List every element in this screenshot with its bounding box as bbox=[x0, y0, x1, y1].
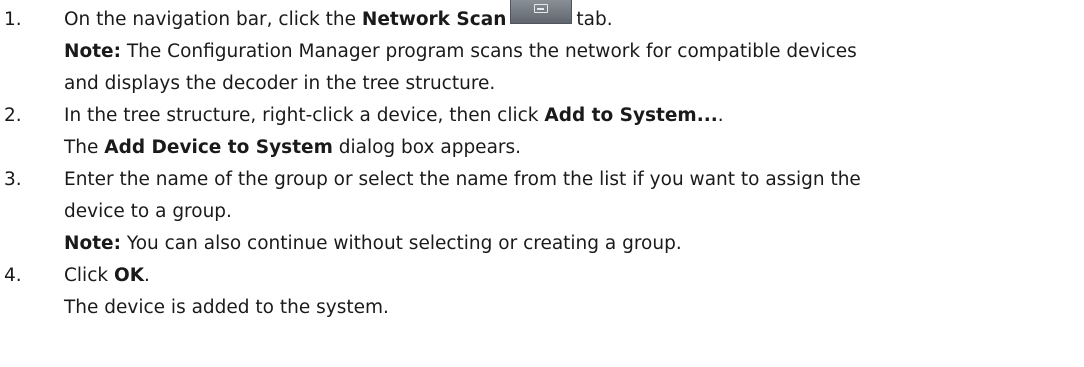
step-2-result: The Add Device to System dialog box appe… bbox=[64, 137, 522, 158]
step-number: 4. bbox=[4, 265, 22, 286]
step-2: 2. In the tree structure, right-click a … bbox=[0, 100, 1084, 164]
network-scan-label: Network Scan bbox=[361, 9, 507, 30]
step-4-instruction: Click OK. bbox=[64, 265, 150, 286]
step-3: 3. Enter the name of the group or select… bbox=[0, 164, 1084, 260]
step-3-note: Note: You can also continue without sele… bbox=[64, 233, 682, 254]
step-1-note-cont: and displays the decoder in the tree str… bbox=[64, 73, 496, 94]
network-scan-tab-icon bbox=[510, 0, 573, 24]
ok-label: OK bbox=[113, 265, 145, 286]
network-device-icon bbox=[534, 4, 549, 13]
step-number: 2. bbox=[4, 105, 22, 126]
step-1-instruction: On the navigation bar, click the Network… bbox=[64, 0, 1084, 36]
step-1-note: Note: The Configuration Manager program … bbox=[64, 41, 857, 62]
add-to-system-label: Add to System... bbox=[544, 105, 718, 126]
note-label: Note: bbox=[64, 233, 121, 254]
note-label: Note: bbox=[64, 41, 121, 62]
step-3-instruction-cont: device to a group. bbox=[64, 201, 232, 222]
step-3-instruction: Enter the name of the group or select th… bbox=[64, 169, 861, 190]
step-number: 1. bbox=[4, 9, 22, 30]
step-number: 3. bbox=[4, 169, 22, 190]
instruction-document: 1. On the navigation bar, click the Netw… bbox=[0, 0, 1084, 367]
step-2-instruction: In the tree structure, right-click a dev… bbox=[64, 105, 724, 126]
add-device-dialog-label: Add Device to System bbox=[104, 137, 333, 158]
step-1: 1. On the navigation bar, click the Netw… bbox=[0, 0, 1084, 100]
step-4-result: The device is added to the system. bbox=[64, 297, 389, 318]
step-4: 4. Click OK. The device is added to the … bbox=[0, 260, 1084, 324]
